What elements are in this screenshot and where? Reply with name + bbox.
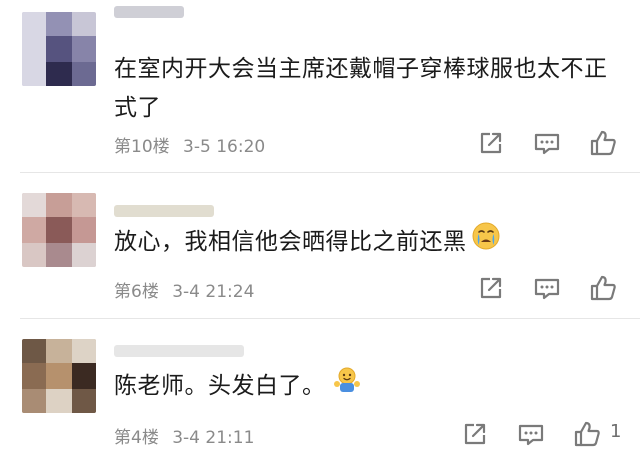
timestamp: 3-5 16:20	[183, 137, 266, 157]
timestamp: 3-4 21:11	[172, 428, 255, 448]
comment-meta: 第10楼 3-5 16:20	[114, 132, 265, 157]
crying-face-emoji	[471, 221, 501, 264]
comment-icon	[518, 424, 544, 446]
comment-actions: 1	[460, 419, 630, 449]
comment-text: 陈老师。头发白了。	[114, 365, 620, 408]
avatar[interactable]	[22, 12, 96, 86]
comment-text-body: 放心，我相信他会晒得比之前还黑	[114, 229, 467, 255]
comment-meta: 第4楼 3-4 21:11	[114, 423, 254, 448]
comment-text: 放心，我相信他会晒得比之前还黑	[114, 221, 620, 264]
share-button[interactable]	[460, 419, 490, 449]
floor-label: 第6楼	[114, 282, 159, 302]
comment-item: 陈老师。头发白了。 第4楼 3-4 21:11 1	[0, 319, 640, 456]
share-button[interactable]	[476, 128, 506, 158]
thumbs-up-icon	[574, 421, 600, 447]
username-blurred[interactable]	[114, 345, 244, 357]
avatar[interactable]	[22, 339, 96, 413]
like-button[interactable]	[588, 273, 618, 303]
timestamp: 3-4 21:24	[172, 282, 255, 302]
username-blurred[interactable]	[114, 6, 184, 18]
share-button[interactable]	[476, 273, 506, 303]
share-icon	[464, 423, 486, 445]
thumbs-up-icon	[590, 130, 616, 156]
avatar[interactable]	[22, 193, 96, 267]
comment-icon	[534, 133, 560, 155]
reply-button[interactable]	[516, 419, 546, 449]
floor-label: 第4楼	[114, 428, 159, 448]
comment-actions	[476, 273, 626, 303]
like-count: 1	[610, 421, 622, 442]
cheer-figure-emoji	[332, 365, 362, 408]
thumbs-up-icon	[590, 275, 616, 301]
comment-meta: 第6楼 3-4 21:24	[114, 277, 254, 302]
comment-item: 放心，我相信他会晒得比之前还黑 第6楼 3-4 21:24	[0, 173, 640, 318]
reply-button[interactable]	[532, 128, 562, 158]
comment-item: 在室内开大会当主席还戴帽子穿棒球服也太不正式了 第10楼 3-5 16:20	[0, 0, 640, 170]
share-icon	[480, 132, 502, 154]
like-button[interactable]	[588, 128, 618, 158]
reply-button[interactable]	[532, 273, 562, 303]
comment-icon	[534, 278, 560, 300]
share-icon	[480, 277, 502, 299]
floor-label: 第10楼	[114, 137, 170, 157]
comment-text-body: 陈老师。头发白了。	[114, 373, 326, 399]
username-blurred[interactable]	[114, 205, 214, 217]
comment-actions	[476, 128, 626, 158]
comment-text: 在室内开大会当主席还戴帽子穿棒球服也太不正式了	[114, 56, 608, 121]
like-button[interactable]: 1	[572, 419, 621, 449]
